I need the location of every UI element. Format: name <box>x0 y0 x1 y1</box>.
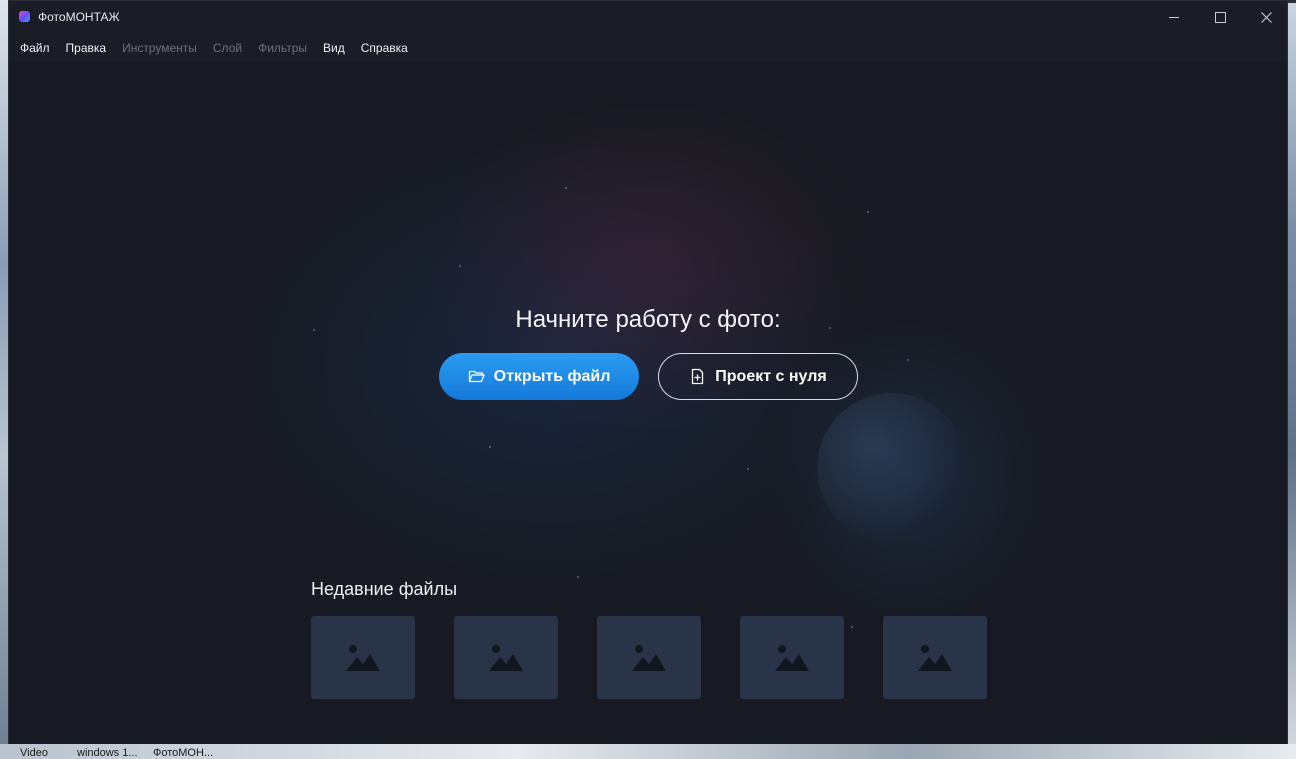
new-project-button[interactable]: Проект с нуля <box>658 353 858 400</box>
menu-edit[interactable]: Правка <box>66 41 107 55</box>
recent-files-title: Недавние файлы <box>311 579 458 599</box>
menu-view[interactable]: Вид <box>323 41 345 55</box>
menu-tools[interactable]: Инструменты <box>122 41 197 55</box>
menu-file[interactable]: Файл <box>20 41 50 55</box>
recent-file-thumbnail[interactable] <box>883 616 987 699</box>
image-placeholder-icon <box>632 644 666 671</box>
open-file-button[interactable]: Открыть файл <box>439 353 639 400</box>
background-star <box>459 265 461 267</box>
background-star <box>851 626 853 628</box>
title-bar[interactable]: ФотоМОНТАЖ <box>9 1 1287 33</box>
image-placeholder-icon <box>918 644 952 671</box>
maximize-icon <box>1214 11 1226 23</box>
image-placeholder-icon <box>346 644 380 671</box>
minimize-icon <box>1169 16 1179 18</box>
menu-filters[interactable]: Фильтры <box>258 41 307 55</box>
start-heading: Начните работу с фото: <box>515 306 781 333</box>
app-window: ФотоМОНТАЖ Файл Правка Инструменты Слой … <box>8 0 1288 751</box>
background-star <box>907 359 909 361</box>
close-icon <box>1260 11 1272 23</box>
menu-bar: Файл Правка Инструменты Слой Фильтры Вид… <box>9 33 1287 63</box>
taskbar: Video windows 1... ФотоМОН... <box>0 744 1296 759</box>
new-document-icon <box>692 368 704 385</box>
taskbar-item[interactable]: windows 1... <box>77 747 138 759</box>
recent-file-thumbnail[interactable] <box>311 616 415 699</box>
open-file-label: Открыть файл <box>493 367 611 385</box>
recent-file-thumbnail[interactable] <box>740 616 844 699</box>
image-placeholder-icon <box>775 644 809 671</box>
menu-layer[interactable]: Слой <box>213 41 242 55</box>
menu-help[interactable]: Справка <box>361 41 408 55</box>
recent-file-thumbnail[interactable] <box>454 616 558 699</box>
background-star <box>867 211 869 213</box>
maximize-button[interactable] <box>1197 1 1243 33</box>
background-planet <box>817 393 967 543</box>
taskbar-item[interactable]: ФотоМОН... <box>153 747 213 759</box>
background-star <box>565 187 567 189</box>
desktop-background-left <box>0 0 8 759</box>
app-logo-icon <box>19 11 30 22</box>
taskbar-item[interactable]: Video <box>20 747 48 759</box>
close-button[interactable] <box>1243 1 1287 33</box>
background-star <box>489 446 491 448</box>
window-title: ФотоМОНТАЖ <box>38 10 120 24</box>
start-screen: Начните работу с фото: Открыть файл Прое… <box>9 63 1287 750</box>
minimize-button[interactable] <box>1151 1 1197 33</box>
recent-file-thumbnail[interactable] <box>597 616 701 699</box>
new-project-label: Проект с нуля <box>715 367 827 385</box>
image-placeholder-icon <box>489 644 523 671</box>
folder-open-icon <box>468 370 485 383</box>
background-star <box>577 576 579 578</box>
background-star <box>747 468 749 470</box>
